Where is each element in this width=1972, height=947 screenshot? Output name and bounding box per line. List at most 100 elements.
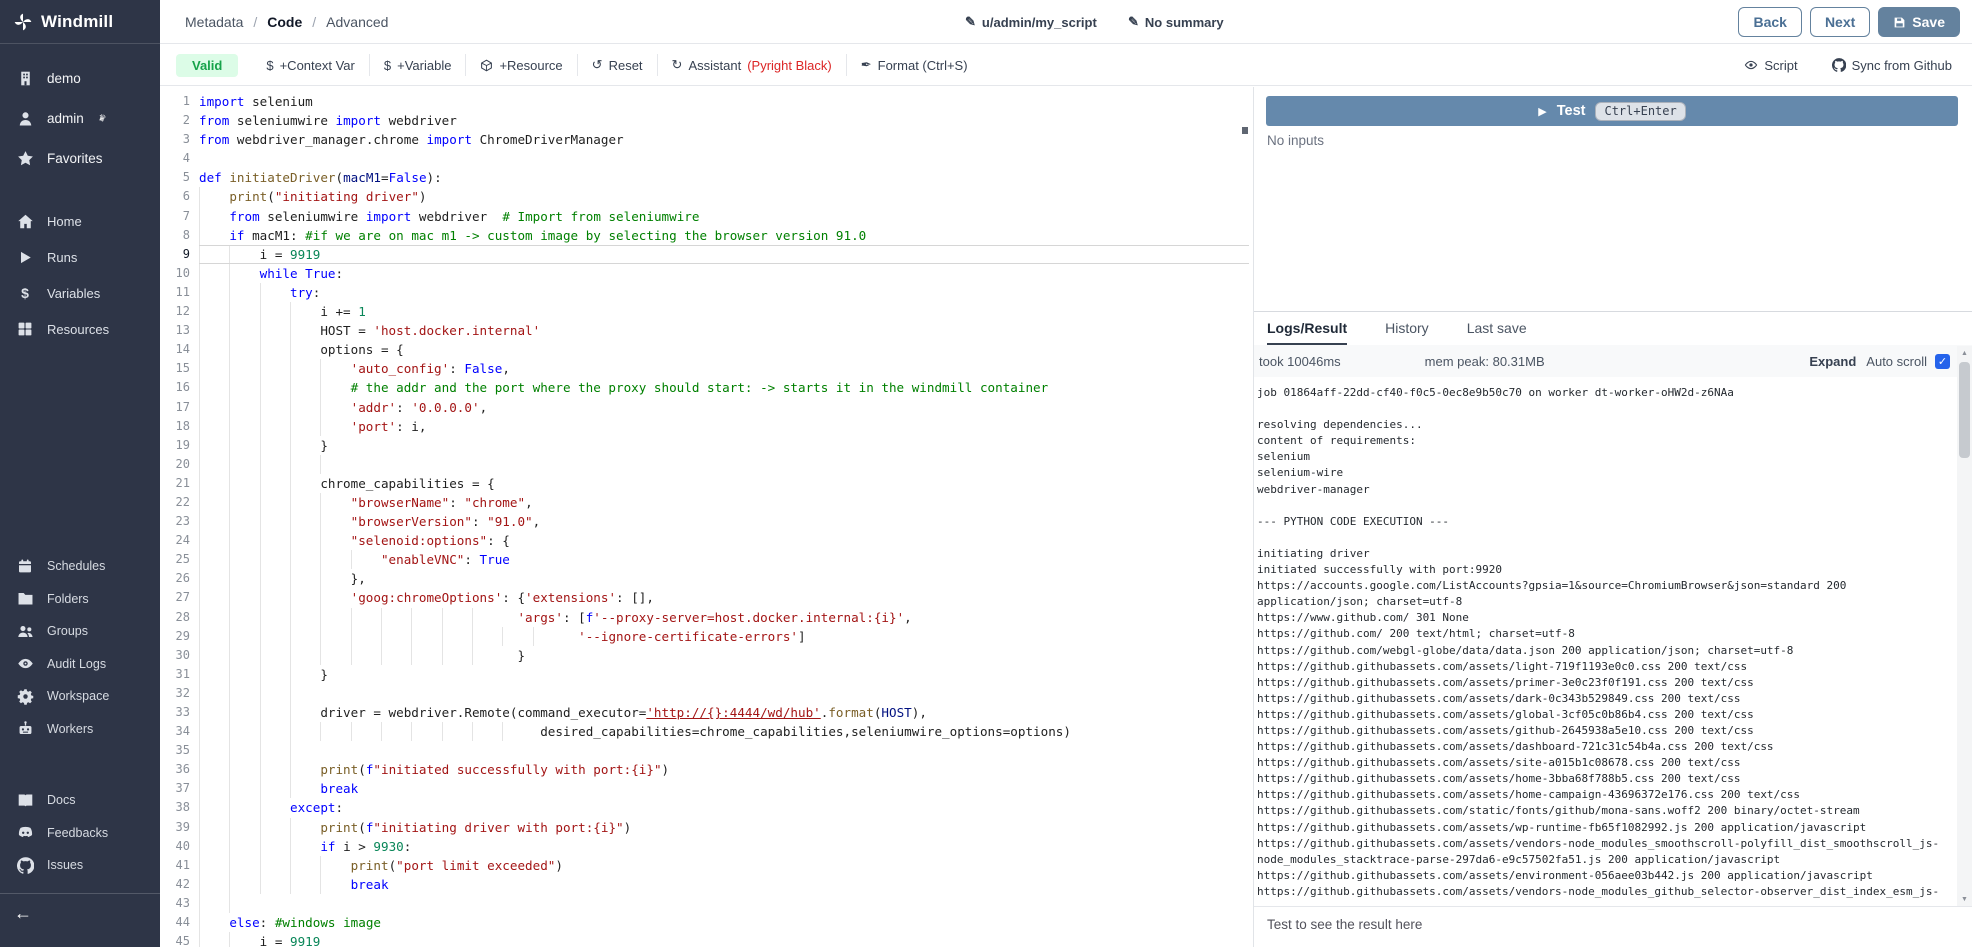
line-number: 37 [160,779,190,798]
tab-metadata[interactable]: Metadata [185,14,243,30]
sidebar-item-workers[interactable]: Workers [0,713,160,746]
code-line[interactable]: 13HOST = 'host.docker.internal' [160,321,1253,340]
code-line[interactable]: 14options = { [160,340,1253,359]
indent-guide [260,302,290,321]
add-variable-button[interactable]: $ +Variable [370,58,466,73]
code-line[interactable]: 33driver = webdriver.Remote(command_exec… [160,703,1253,722]
code-line[interactable]: 25"enableVNC": True [160,550,1253,569]
sidebar-item-resources[interactable]: Resources [0,311,160,347]
auto-scroll-checkbox[interactable]: ✓ [1935,354,1950,369]
sidebar-item-issues[interactable]: Issues [0,849,160,882]
code-line[interactable]: 17'addr': '0.0.0.0', [160,398,1253,417]
scroll-up-icon[interactable]: ▲ [1957,346,1972,360]
sidebar-item-admin[interactable]: admin♛ [0,98,160,138]
code-line[interactable]: 4 [160,149,1253,168]
sidebar-item-favorites[interactable]: Favorites [0,138,160,178]
code-line[interactable]: 8if macM1: #if we are on mac m1 -> custo… [160,226,1253,245]
sidebar-item-demo[interactable]: demo [0,58,160,98]
save-button[interactable]: Save [1878,7,1960,37]
code-line[interactable]: 3from webdriver_manager.chrome import Ch… [160,130,1253,149]
code-line[interactable]: 18'port': i, [160,417,1253,436]
script-path[interactable]: ✎ u/admin/my_script [965,0,1097,44]
logs-output[interactable]: job 01864aff-22dd-cf40-f0c5-0ec8e9b50c70… [1257,377,1956,906]
code-line[interactable]: 43 [160,894,1253,913]
code-line[interactable]: 45i = 9919 [160,932,1253,947]
sync-from-github-button[interactable]: Sync from Github [1832,58,1952,73]
code-line[interactable]: 28 'args': [f'--proxy-server=host.docker… [160,608,1253,627]
code-token: "initiated successfully with port:{i}" [373,762,661,777]
sidebar-item-groups[interactable]: Groups [0,615,160,648]
back-button[interactable]: Back [1738,7,1801,37]
tab-last-save[interactable]: Last save [1467,312,1527,345]
sidebar-item-workspace[interactable]: Workspace [0,680,160,713]
code-token: : [449,361,464,376]
tab-history[interactable]: History [1385,312,1429,345]
code-line[interactable]: 19} [160,436,1253,455]
code-line[interactable]: 26}, [160,569,1253,588]
code-line[interactable]: 36print(f"initiated successfully with po… [160,760,1253,779]
code-line[interactable]: 20 [160,455,1253,474]
result-placeholder: Test to see the result here [1254,906,1972,947]
code-line[interactable]: 11try: [160,283,1253,302]
tab-logs-result[interactable]: Logs/Result [1267,312,1347,345]
code-line[interactable]: 12i += 1 [160,302,1253,321]
code-line[interactable]: 6print("initiating driver") [160,187,1253,206]
scroll-down-icon[interactable]: ▼ [1957,892,1972,906]
code-line[interactable]: 22"browserName": "chrome", [160,493,1253,512]
code-line[interactable]: 2from seleniumwire import webdriver [160,111,1253,130]
code-line[interactable]: 30 } [160,646,1253,665]
sidebar-item-folders[interactable]: Folders [0,583,160,616]
code-line[interactable]: 44else: #windows image [160,913,1253,932]
code-line[interactable]: 9i = 9919 [160,245,1253,264]
code-line[interactable]: 24"selenoid:options": { [160,531,1253,550]
assistant-button[interactable]: ↻ Assistant (Pyright Black) [658,57,846,73]
code-editor[interactable]: 1import selenium2from seleniumwire impor… [160,87,1253,947]
code-line[interactable]: 35 [160,741,1253,760]
sidebar-item-audit-logs[interactable]: Audit Logs [0,648,160,681]
code-line[interactable]: 15'auto_config': False, [160,359,1253,378]
code-line[interactable]: 27'goog:chromeOptions': {'extensions': [… [160,588,1253,607]
code-line[interactable]: 29 '--ignore-certificate-errors'] [160,627,1253,646]
collapse-sidebar-button[interactable]: ← [14,903,32,924]
sidebar-item-schedules[interactable]: Schedules [0,550,160,583]
code-line[interactable]: 10while True: [160,264,1253,283]
indent-guide [290,569,320,588]
sidebar-item-docs[interactable]: Docs [0,784,160,817]
logs-scrollbar[interactable]: ▲ ▼ [1957,346,1972,906]
script-kind-button[interactable]: Script [1744,58,1797,73]
sidebar-item-runs[interactable]: Runs [0,239,160,275]
add-resource-button[interactable]: +Resource [466,58,576,73]
scrollbar-thumb[interactable] [1959,362,1970,458]
script-summary[interactable]: ✎ No summary [1128,0,1224,44]
tab-advanced[interactable]: Advanced [326,14,388,30]
code-line[interactable]: 16# the addr and the port where the prox… [160,378,1253,397]
reset-button[interactable]: ↺ Reset [578,57,657,73]
code-line[interactable]: 1import selenium [160,92,1253,111]
code-line[interactable]: 39print(f"initiating driver with port:{i… [160,818,1253,837]
log-line: https://github.githubassets.com/assets/v… [1257,884,1956,900]
code-line[interactable]: 31} [160,665,1253,684]
code-line[interactable]: 38except: [160,798,1253,817]
format-button[interactable]: ✒ Format (Ctrl+S) [847,57,982,73]
test-button[interactable]: ▶ Test Ctrl+Enter [1266,96,1958,126]
expand-button[interactable]: Expand [1809,354,1856,369]
sidebar-item-label: Home [47,214,82,229]
add-context-var-button[interactable]: $ +Context Var [252,58,369,73]
code-line[interactable]: 42break [160,875,1253,894]
code-line[interactable]: 23"browserVersion": "91.0", [160,512,1253,531]
code-line[interactable]: 37break [160,779,1253,798]
code-line[interactable]: 7from seleniumwire import webdriver # Im… [160,207,1253,226]
logo[interactable]: Windmill [0,0,160,44]
next-button[interactable]: Next [1810,7,1870,37]
sidebar-item-home[interactable]: Home [0,203,160,239]
code-line[interactable]: 40if i > 9930: [160,837,1253,856]
code-line[interactable]: 5def initiateDriver(macM1=False): [160,168,1253,187]
code-line[interactable]: 21chrome_capabilities = { [160,474,1253,493]
code-line[interactable]: 32 [160,684,1253,703]
indent-guide [442,608,472,627]
sidebar-item-variables[interactable]: $Variables [0,275,160,311]
code-line[interactable]: 41print("port limit exceeded") [160,856,1253,875]
code-line[interactable]: 34 desired_capabilities=chrome_capabilit… [160,722,1253,741]
sidebar-item-feedbacks[interactable]: Feedbacks [0,817,160,850]
tab-code[interactable]: Code [267,14,302,30]
